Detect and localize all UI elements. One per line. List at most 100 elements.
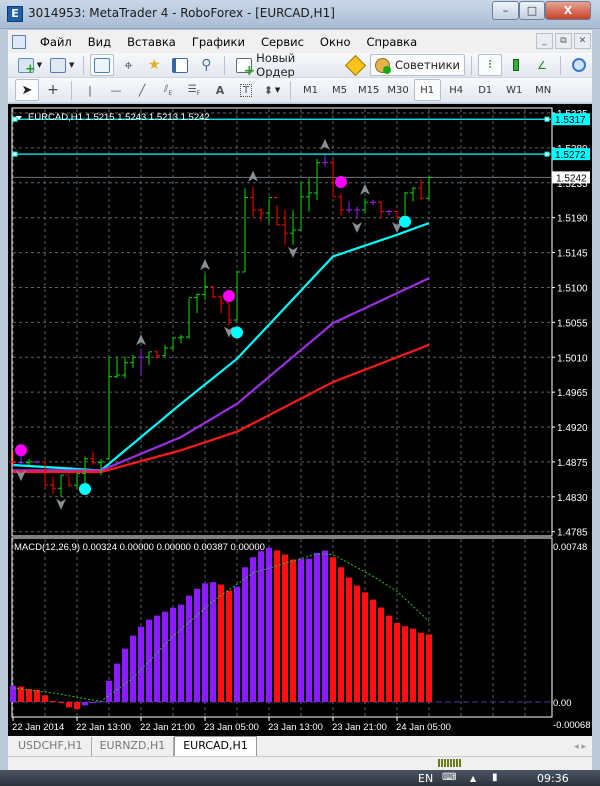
menu-help[interactable]: Справка [358, 35, 425, 49]
menu-window[interactable]: Окно [312, 35, 359, 49]
candlestick-button[interactable] [504, 54, 528, 76]
ohlc-bar [138, 348, 144, 376]
ohlc-bar [338, 193, 344, 216]
tray-expand-icon[interactable]: ▲ [470, 774, 476, 783]
macd-histogram-bar [330, 557, 336, 702]
drawing-toolbar: ➤ + | — ╱ ⫽E ☰F A T ⬍ ▼ M1 M5 M15 M30 H1 … [8, 78, 592, 103]
timeframe-mn[interactable]: MN [530, 79, 557, 101]
ohlc-bar [274, 197, 280, 226]
strategy-tester-button[interactable]: ⚲ [194, 54, 218, 76]
tab-usdchf[interactable]: USDCHF,H1 [10, 737, 92, 756]
warning-icon [345, 54, 367, 76]
timeframe-w1[interactable]: W1 [501, 79, 528, 101]
timeframe-m15[interactable]: M15 [355, 79, 382, 101]
timeframe-h4[interactable]: H4 [443, 79, 470, 101]
macd-histogram-bar [42, 695, 48, 702]
timeframe-m5[interactable]: M5 [326, 79, 353, 101]
cursor-button[interactable]: ➤ [15, 79, 39, 101]
tab-eurnzd[interactable]: EURNZD,H1 [92, 737, 175, 756]
price-chart[interactable]: 1.53251.52801.52351.51901.51451.51001.50… [8, 104, 592, 736]
macd-histogram-bar [266, 547, 272, 702]
mdi-minimize-button[interactable]: _ [536, 33, 553, 49]
ohlc-bar [178, 334, 184, 344]
minimize-button[interactable]: – [492, 1, 519, 20]
trendline-icon: ╱ [138, 83, 146, 97]
macd-histogram-bar [106, 680, 112, 702]
crosshair-button[interactable]: + [41, 79, 65, 101]
taskbar: EN ⌨ ▲ ▮ 09:36 [0, 770, 600, 786]
separator [71, 80, 72, 100]
connection-bars-icon [438, 759, 462, 767]
mdi-close-button[interactable]: ✕ [574, 33, 591, 49]
chart-window[interactable]: 1.53251.52801.52351.51901.51451.51001.50… [8, 104, 592, 736]
data-window-button[interactable]: ★ [142, 54, 166, 76]
macd-histogram-bar [362, 592, 368, 702]
new-order-button[interactable]: + Новый Ордер [231, 51, 341, 79]
equidistant-channel-button[interactable]: ⫽E [156, 79, 180, 101]
fibonacci-button[interactable]: ☰F [182, 79, 206, 101]
menu-insert[interactable]: Вставка [119, 35, 184, 49]
menu-tools[interactable]: Сервис [253, 35, 312, 49]
ohlc-bar [354, 206, 360, 219]
up-arrow-signal-icon [248, 170, 258, 182]
expert-advisors-button[interactable]: Советники [369, 54, 465, 76]
text-label-button[interactable]: T [234, 79, 258, 101]
horizontal-line-button[interactable]: — [104, 79, 128, 101]
ohlc-bar [34, 460, 40, 464]
ohlc-bar [346, 201, 352, 214]
mdi-restore-button[interactable]: ⧉ [555, 33, 572, 49]
text-button[interactable]: A [208, 79, 232, 101]
clock[interactable]: 09:36 [537, 772, 569, 785]
alert-button[interactable] [344, 54, 368, 76]
macd-header: MACD(12,26,9) 0.00324 0.00000 0.00000 0.… [14, 542, 265, 553]
timeframe-m1[interactable]: M1 [297, 79, 324, 101]
keyboard-icon[interactable]: ⌨ [442, 772, 456, 783]
horizontal-line-icon: — [110, 83, 122, 97]
folder-star-icon: ★ [148, 57, 161, 73]
macd-histogram-bar [290, 559, 296, 702]
navigator-button[interactable]: ⌖ [116, 54, 140, 76]
bar-chart-button[interactable]: ⫶ [477, 54, 502, 76]
new-chart-button[interactable]: + ▼ [15, 54, 45, 76]
network-icon[interactable]: ▮ [492, 772, 498, 783]
dropdown-arrow-icon: ▼ [274, 86, 281, 94]
menu-view[interactable]: Вид [80, 35, 119, 49]
terminal-button[interactable] [168, 54, 192, 76]
profiles-icon [50, 57, 66, 73]
time-label: 23 Jan 05:00 [204, 722, 259, 733]
macd-histogram-bar [418, 632, 424, 702]
tab-scroll-arrows-icon[interactable]: ◂ ▸ [574, 738, 586, 756]
price-label: 1.4785 [557, 528, 588, 539]
signal-dot [79, 483, 91, 496]
profiles-button[interactable]: ▼ [47, 54, 77, 76]
close-button[interactable]: X [545, 1, 591, 20]
arrows-button[interactable]: ⬍ ▼ [260, 79, 284, 101]
language-indicator[interactable]: EN [418, 772, 433, 785]
up-arrow-signal-icon [200, 258, 210, 270]
menu-charts[interactable]: Графики [184, 35, 253, 49]
time-label: 24 Jan 05:00 [396, 722, 451, 733]
price-label: 1.4965 [557, 388, 588, 399]
macd-histogram-bar [26, 689, 32, 702]
ohlc-bar [298, 182, 304, 231]
market-watch-button[interactable] [90, 54, 115, 76]
menu-bar: Файл Вид Вставка Графики Сервис Окно Спр… [8, 30, 592, 53]
ohlc-bar [42, 461, 48, 487]
maximize-button[interactable]: □ [519, 1, 545, 20]
terminal-icon [172, 57, 189, 73]
price-label: 1.4830 [557, 493, 588, 504]
zoom-in-button[interactable] [567, 54, 591, 76]
channel-icon: ⫽E [163, 83, 173, 97]
separator [559, 55, 561, 75]
trendline-button[interactable]: ╱ [130, 79, 154, 101]
mdi-icon[interactable] [12, 34, 26, 49]
line-chart-button[interactable]: ∠ [530, 54, 554, 76]
menu-file[interactable]: Файл [32, 35, 80, 49]
tab-eurcad[interactable]: EURCAD,H1 [174, 736, 257, 756]
timeframe-m30[interactable]: M30 [384, 79, 411, 101]
fibonacci-icon: ☰F [187, 83, 201, 97]
macd-histogram-bar [322, 550, 328, 702]
vertical-line-button[interactable]: | [78, 79, 102, 101]
timeframe-d1[interactable]: D1 [472, 79, 499, 101]
timeframe-h1[interactable]: H1 [413, 79, 441, 101]
